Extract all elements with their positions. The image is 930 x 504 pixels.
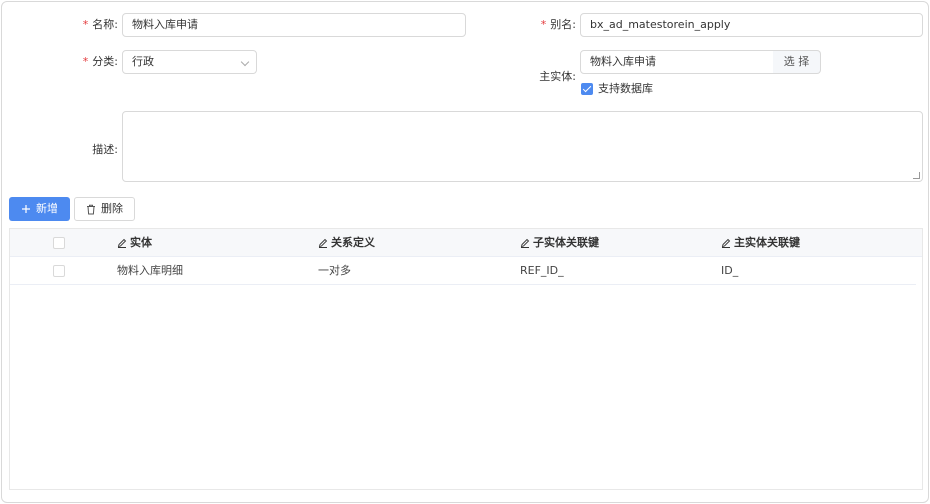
resize-handle[interactable] — [913, 172, 920, 179]
category-select-value: 行政 — [132, 55, 154, 68]
relations-table: 实体 关系定义 子实体关联键 主实体关联键 物料入库明细 一对多 REF_ID_… — [9, 228, 923, 490]
category-label: * 分类: — [82, 55, 118, 68]
name-label: * 名称: — [82, 18, 118, 31]
plus-icon — [22, 205, 30, 213]
edit-icon — [721, 238, 731, 248]
cell-child-key[interactable]: REF_ID_ — [520, 257, 564, 285]
choose-button[interactable]: 选 择 — [773, 50, 821, 74]
trash-icon — [87, 204, 95, 214]
cell-entity[interactable]: 物料入库明细 — [117, 257, 183, 285]
column-header-relation[interactable]: 关系定义 — [318, 229, 375, 257]
main-entity-input[interactable]: 物料入库申请 — [580, 50, 774, 74]
edit-icon — [520, 238, 530, 248]
cell-main-key[interactable]: ID_ — [721, 257, 738, 285]
category-select[interactable]: 行政 — [122, 50, 257, 74]
chevron-down-icon — [240, 57, 250, 67]
column-header-main-key[interactable]: 主实体关联键 — [721, 229, 800, 257]
cell-relation[interactable]: 一对多 — [318, 257, 351, 285]
form-panel: * 名称: 物料入库申请 * 别名: bx_ad_matestorein_apply… — [1, 1, 929, 503]
required-mark: * — [540, 18, 547, 31]
add-button[interactable]: 新增 — [9, 197, 70, 221]
edit-icon — [117, 238, 127, 248]
column-header-child-key[interactable]: 子实体关联键 — [520, 229, 599, 257]
support-db-label: 支持数据库 — [598, 82, 653, 95]
edit-icon — [318, 238, 328, 248]
table-row[interactable]: 物料入库明细 一对多 REF_ID_ ID_ — [10, 257, 916, 285]
delete-button[interactable]: 删除 — [74, 197, 135, 221]
table-header: 实体 关系定义 子实体关联键 主实体关联键 — [10, 229, 922, 257]
support-db-checkbox[interactable] — [581, 83, 593, 95]
row-checkbox[interactable] — [53, 265, 65, 277]
select-all-checkbox[interactable] — [53, 237, 65, 249]
description-label: 描述: — [92, 143, 118, 156]
alias-input[interactable]: bx_ad_matestorein_apply — [580, 13, 923, 37]
description-textarea[interactable] — [122, 111, 923, 182]
required-mark: * — [82, 18, 89, 31]
required-mark: * — [82, 55, 89, 68]
column-header-entity[interactable]: 实体 — [117, 229, 152, 257]
alias-label: * 别名: — [540, 18, 576, 31]
main-entity-label: 主实体: — [539, 70, 576, 83]
name-input[interactable]: 物料入库申请 — [122, 13, 466, 37]
